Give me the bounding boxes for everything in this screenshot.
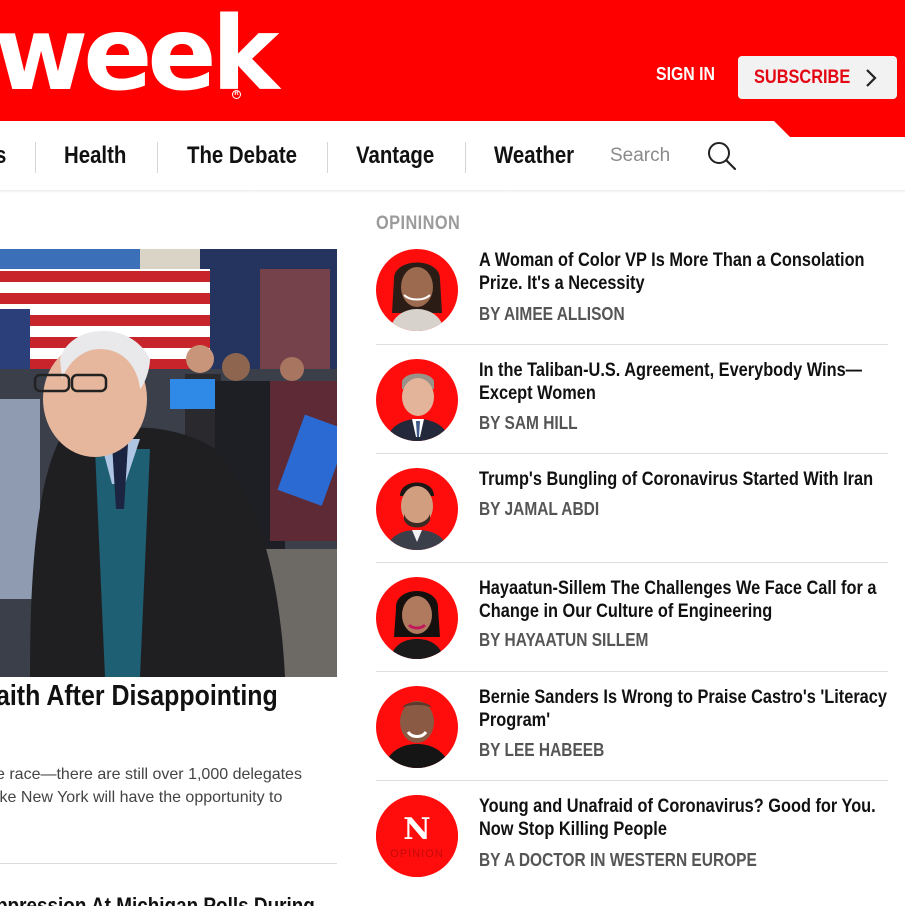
subscribe-label: SUBSCRIBE xyxy=(754,67,851,88)
sign-in-link[interactable]: SIGN IN xyxy=(656,64,715,85)
nav-item-partial[interactable]: s xyxy=(0,142,6,170)
opinion-title-line: Trump's Bungling of Coronavirus Started … xyxy=(479,469,874,490)
nav-item-the-debate[interactable]: The Debate xyxy=(187,142,297,170)
author-portrait-icon xyxy=(386,373,450,441)
opinion-byline[interactable]: BY AIMEE ALLISON xyxy=(479,304,625,325)
divider xyxy=(376,453,888,454)
author-avatar[interactable] xyxy=(376,249,458,331)
search-input[interactable] xyxy=(604,138,700,174)
badge-word: OPINION xyxy=(390,848,443,860)
nav-item-health[interactable]: Health xyxy=(64,142,126,170)
opinion-title[interactable]: In the Taliban-U.S. Agreement, Everybody… xyxy=(479,359,883,405)
author-avatar[interactable] xyxy=(376,468,458,550)
next-story-headline[interactable]: ppression At Michigan Polls During xyxy=(0,893,315,906)
author-avatar[interactable] xyxy=(376,359,458,441)
divider xyxy=(376,344,888,345)
opinion-title-line: Young and Unafraid of Coronavirus? Good … xyxy=(479,796,876,817)
author-avatar[interactable] xyxy=(376,577,458,659)
opinion-title-line: Except Women xyxy=(479,383,596,404)
site-header: week R SIGN IN SUBSCRIBE xyxy=(0,0,905,121)
author-portrait-icon xyxy=(390,591,444,659)
opinion-item: Hayaatun-Sillem The Challenges We Face C… xyxy=(376,577,888,686)
opinion-byline[interactable]: BY LEE HABEEB xyxy=(479,740,604,761)
divider xyxy=(376,780,888,781)
opinion-title[interactable]: Trump's Bungling of Coronavirus Started … xyxy=(479,468,883,491)
opinion-title-line: Bernie Sanders Is Wrong to Praise Castro… xyxy=(479,687,887,708)
nav-divider xyxy=(327,142,328,173)
author-portrait-icon xyxy=(390,262,444,331)
divider xyxy=(376,671,888,672)
divider xyxy=(0,863,337,864)
nav-item-vantage[interactable]: Vantage xyxy=(356,142,434,170)
opinion-title[interactable]: Hayaatun-Sillem The Challenges We Face C… xyxy=(479,577,883,623)
opinion-byline[interactable]: BY JAMAL ABDI xyxy=(479,499,599,520)
opinion-item: N OPINION Young and Unafraid of Coronavi… xyxy=(376,795,888,904)
registered-mark-icon: R xyxy=(232,90,241,99)
opinion-badge[interactable]: N OPINION xyxy=(376,795,458,877)
hero-headline[interactable]: aith After Disappointing xyxy=(0,680,278,713)
nav-divider xyxy=(35,142,36,173)
nav-item-weather[interactable]: Weather xyxy=(494,142,574,170)
opinion-title-line: In the Taliban-U.S. Agreement, Everybody… xyxy=(479,360,863,381)
opinion-title-line: Now Stop Killing People xyxy=(479,819,667,840)
newsweek-n-logo-icon: N OPINION xyxy=(376,795,458,877)
author-portrait-icon xyxy=(386,482,448,550)
rally-photo-icon xyxy=(0,249,337,677)
opinion-item: Bernie Sanders Is Wrong to Praise Castro… xyxy=(376,686,888,795)
nav-divider xyxy=(465,142,466,173)
author-portrait-icon xyxy=(384,701,450,768)
hero-photo[interactable] xyxy=(0,249,337,677)
hero-summary: e race—there are still over 1,000 delega… xyxy=(0,763,336,809)
opinion-title-line: Change in Our Culture of Engineering xyxy=(479,601,773,622)
opinion-title-line: Program' xyxy=(479,710,551,731)
opinion-byline[interactable]: BY A DOCTOR IN WESTERN EUROPE xyxy=(479,850,757,871)
hero-summary-line: ike New York will have the opportunity t… xyxy=(0,789,283,806)
opinion-byline[interactable]: BY HAYAATUN SILLEM xyxy=(479,630,648,651)
divider xyxy=(376,562,888,563)
search-icon[interactable] xyxy=(706,140,738,172)
opinion-section-title: OPININON xyxy=(376,213,461,234)
nav-shadow xyxy=(0,190,905,193)
opinion-item: In the Taliban-U.S. Agreement, Everybody… xyxy=(376,359,888,468)
nav-divider xyxy=(157,142,158,173)
opinion-title-line: Hayaatun-Sillem The Challenges We Face C… xyxy=(479,578,877,599)
opinion-title[interactable]: Bernie Sanders Is Wrong to Praise Castro… xyxy=(479,686,887,732)
badge-letter: N xyxy=(403,812,430,847)
opinion-title-line: A Woman of Color VP Is More Than a Conso… xyxy=(479,250,865,271)
opinion-title-line: Prize. It's a Necessity xyxy=(479,273,645,294)
header-tab-decoration xyxy=(774,121,905,137)
author-avatar[interactable] xyxy=(376,686,458,768)
opinion-item: A Woman of Color VP Is More Than a Conso… xyxy=(376,249,888,358)
subscribe-button[interactable]: SUBSCRIBE xyxy=(738,56,897,99)
opinion-title[interactable]: A Woman of Color VP Is More Than a Conso… xyxy=(479,249,883,295)
opinion-title[interactable]: Young and Unafraid of Coronavirus? Good … xyxy=(479,795,883,841)
opinion-byline[interactable]: BY SAM HILL xyxy=(479,413,578,434)
opinion-item: Trump's Bungling of Coronavirus Started … xyxy=(376,468,888,577)
chevron-right-icon xyxy=(866,69,877,87)
hero-summary-line: e race—there are still over 1,000 delega… xyxy=(0,766,302,783)
